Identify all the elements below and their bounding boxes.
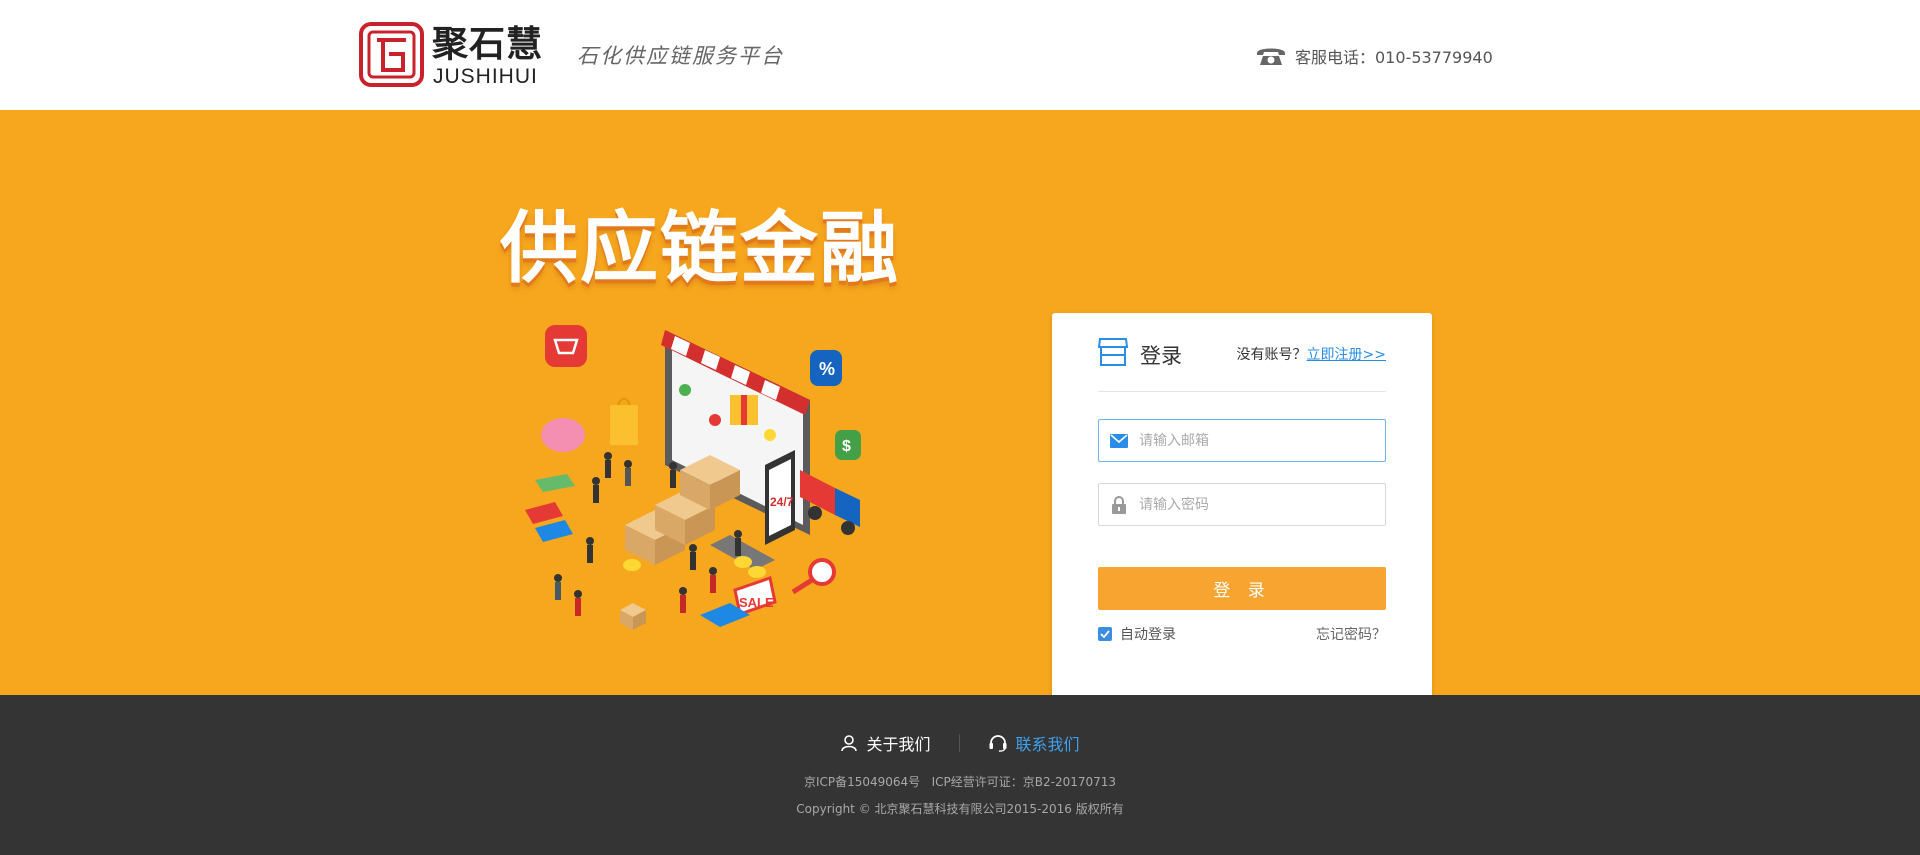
hotline-text: 客服电话：010-53779940 bbox=[1295, 48, 1493, 67]
login-card: 登录 没有账号？立即注册>> 请输入邮箱 登 录 自动登录 忘记密码？ bbox=[1052, 313, 1432, 713]
about-us-label: 关于我们 bbox=[866, 735, 931, 754]
tag-247-text: 24/7 bbox=[770, 495, 794, 509]
supply-chain-illustration: 24/7 % $ SALE bbox=[525, 325, 861, 630]
forgot-password-link[interactable]: 忘记密码？ bbox=[1316, 624, 1386, 644]
contact-us-link[interactable]: 联系我们 bbox=[988, 731, 1080, 755]
about-us-link[interactable]: 关于我们 bbox=[840, 731, 931, 755]
icp-license: 京ICP备15049064号 ICP经营许可证：京B2-20170713 bbox=[803, 775, 1117, 789]
auto-login-option[interactable]: 自动登录 bbox=[1098, 624, 1176, 644]
site-logo[interactable]: 聚石慧 JUSHIHUI bbox=[359, 22, 551, 88]
footer-divider bbox=[958, 734, 960, 752]
hero-banner: 供应链金融 24/7 % $ SALE 登录 没有账号？立即注册>> 请输入邮箱… bbox=[0, 110, 1920, 713]
auto-login-label: 自动登录 bbox=[1120, 627, 1176, 643]
sale-text: SALE bbox=[739, 595, 774, 610]
shopping-bag-graphic bbox=[610, 405, 638, 445]
card-red-graphic bbox=[525, 502, 563, 524]
banknote-graphic bbox=[535, 474, 575, 492]
store-icon bbox=[1098, 338, 1128, 366]
password-field bbox=[1098, 483, 1386, 526]
piggy-bank-graphic bbox=[541, 418, 585, 452]
email-field bbox=[1098, 419, 1386, 462]
logo-mark-icon bbox=[359, 22, 424, 87]
site-header: 聚石慧 JUSHIHUI 石化供应链服务平台 客服电话：010-53779940 bbox=[0, 0, 1920, 110]
register-link[interactable]: 立即注册>> bbox=[1307, 347, 1386, 363]
percent-bubble-graphic: % bbox=[810, 350, 842, 386]
cart-bubble-graphic bbox=[545, 325, 587, 367]
lock-icon bbox=[1099, 495, 1139, 514]
magnifier-graphic bbox=[791, 558, 836, 595]
site-footer: 关于我们 联系我们 京ICP备15049064号 ICP经营许可证：京B2-20… bbox=[0, 695, 1920, 855]
copyright: Copyright © 北京聚石慧科技有限公司2015-2016 版权所有 bbox=[796, 802, 1124, 816]
logo-chinese-name: 聚石慧 bbox=[432, 24, 544, 65]
dollar-bubble-graphic: $ bbox=[835, 430, 861, 460]
dollar-text: $ bbox=[842, 438, 851, 455]
user-icon bbox=[841, 735, 858, 752]
login-card-header: 登录 没有账号？立即注册>> bbox=[1098, 334, 1386, 392]
login-title: 登录 bbox=[1140, 344, 1182, 368]
logo-english-name: JUSHIHUI bbox=[433, 65, 538, 88]
login-button[interactable]: 登 录 bbox=[1098, 567, 1386, 610]
auto-login-checkbox[interactable] bbox=[1098, 627, 1112, 641]
footer-links: 关于我们 联系我们 bbox=[0, 731, 1920, 755]
phone-247-graphic: 24/7 bbox=[765, 450, 795, 545]
headset-icon bbox=[989, 735, 1006, 752]
header-slogan: 石化供应链服务平台 bbox=[577, 44, 784, 68]
password-input[interactable] bbox=[1139, 485, 1374, 524]
sale-tag-graphic: SALE bbox=[733, 576, 777, 616]
register-prompt: 没有账号？立即注册>> bbox=[1237, 344, 1386, 364]
email-input[interactable] bbox=[1139, 421, 1374, 460]
phone-icon bbox=[1257, 48, 1285, 65]
no-account-text: 没有账号？ bbox=[1236, 347, 1307, 363]
mail-icon bbox=[1099, 433, 1139, 448]
customer-hotline: 客服电话：010-53779940 bbox=[1255, 43, 1493, 69]
hero-title: 供应链金融 bbox=[500, 204, 901, 294]
check-icon bbox=[1100, 630, 1110, 638]
card-blue-graphic bbox=[535, 520, 573, 542]
percent-text: % bbox=[819, 359, 835, 379]
contact-us-label: 联系我们 bbox=[1015, 735, 1080, 754]
